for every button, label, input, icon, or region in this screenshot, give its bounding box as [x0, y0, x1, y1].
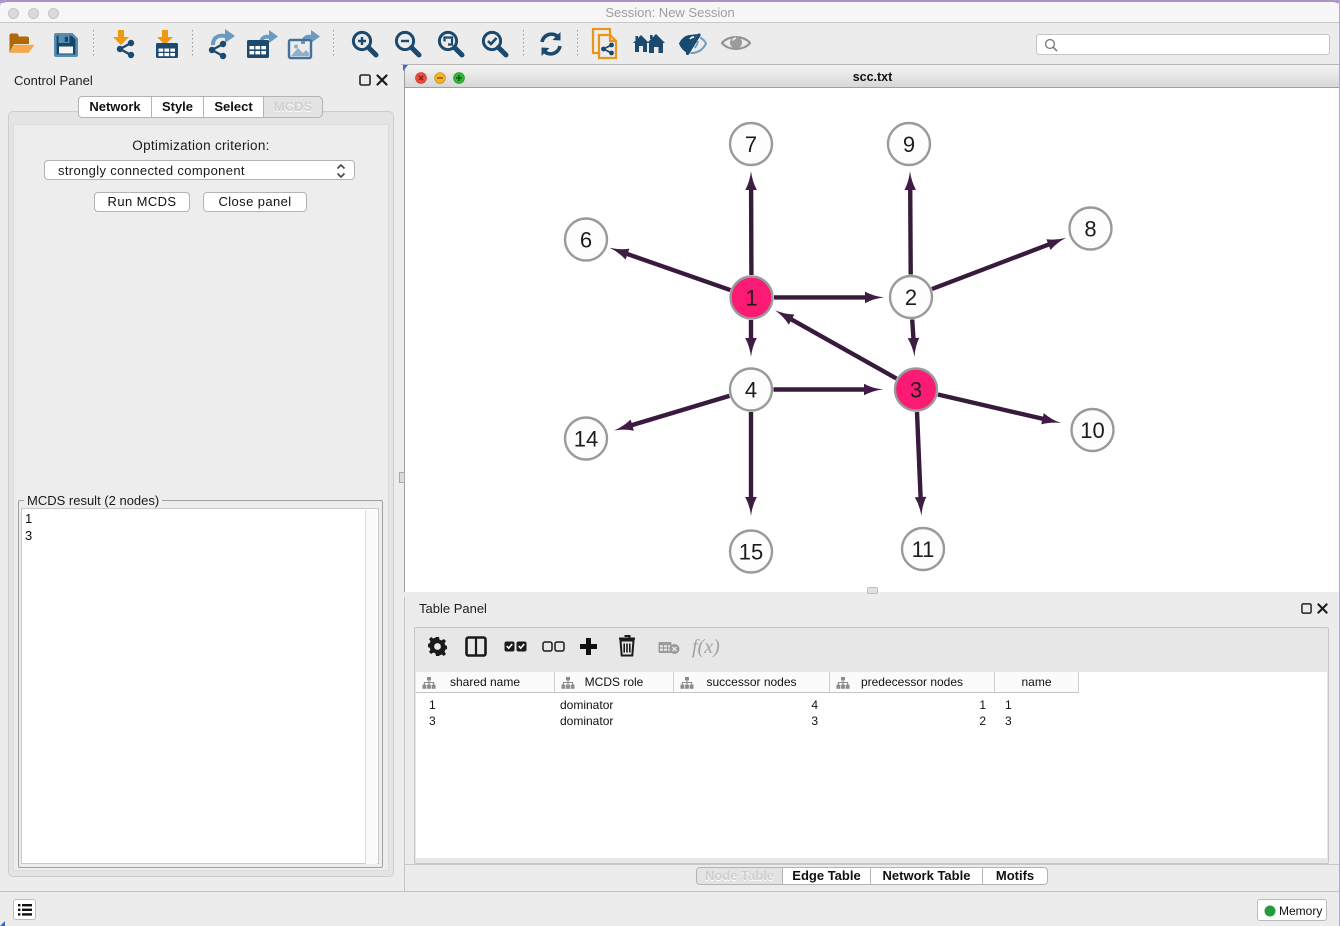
- svg-text:11: 11: [912, 537, 935, 562]
- svg-text:2: 2: [905, 285, 917, 310]
- svg-text:7: 7: [745, 132, 757, 157]
- svg-text:3: 3: [910, 378, 922, 403]
- svg-text:15: 15: [739, 540, 763, 565]
- svg-text:8: 8: [1084, 217, 1096, 242]
- svg-text:6: 6: [580, 228, 592, 253]
- svg-text:4: 4: [745, 378, 757, 403]
- svg-text:9: 9: [903, 132, 915, 157]
- svg-text:1: 1: [745, 286, 757, 311]
- svg-text:14: 14: [574, 427, 598, 452]
- svg-text:10: 10: [1080, 418, 1104, 443]
